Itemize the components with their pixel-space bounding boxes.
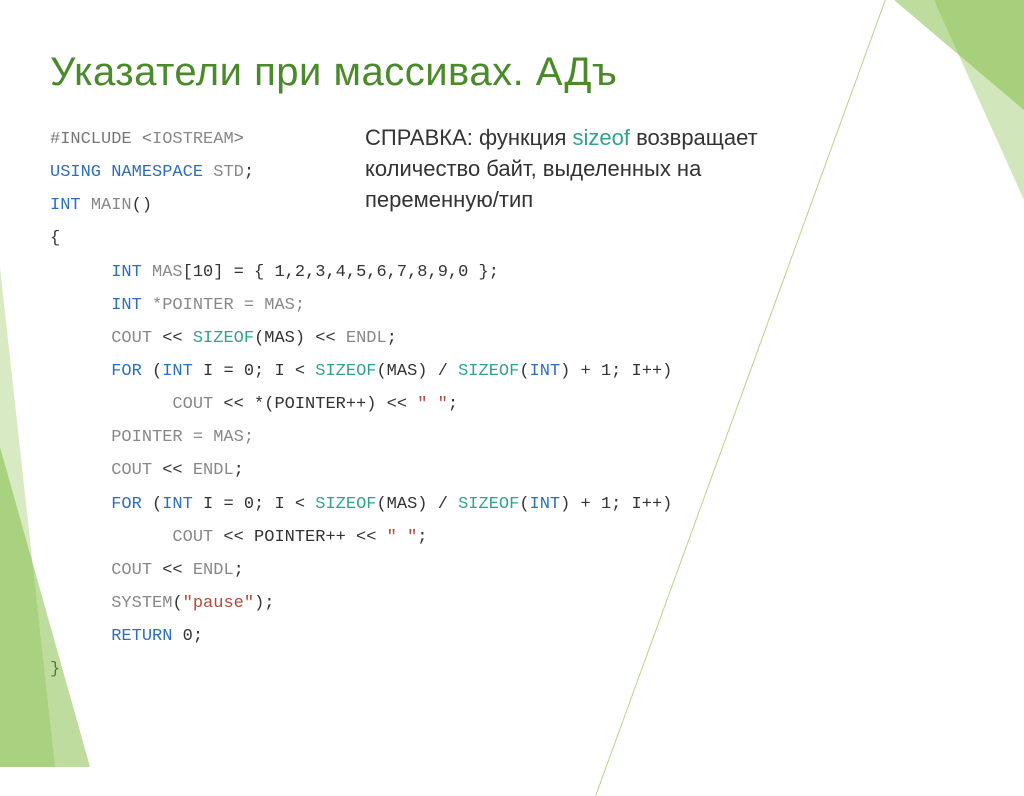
code-token: SIZEOF [458,362,519,381]
code-token: SYSTEM [111,594,172,613]
code-token: INT [530,495,561,514]
code-token: POINTER = MAS; [111,428,254,447]
slide-title: Указатели при массивах. АДъ [50,50,974,95]
note-prefix: СПРАВКА: функция [365,125,573,150]
code-token: MAS [152,263,183,282]
code-token: COUT [111,561,152,580]
code-token: FOR [111,362,142,381]
code-token: RETURN [111,627,172,646]
code-token: *POINTER = MAS; [152,296,305,315]
code-token: MAIN [91,196,132,215]
code-token: COUT [111,329,152,348]
code-token: SIZEOF [315,362,376,381]
code-token: ENDL [193,461,234,480]
code-token: IOSTREAM [152,130,234,149]
code-token: COUT [172,528,213,547]
info-note: СПРАВКА: функция sizeof возвращает колич… [365,123,825,215]
code-token: INT [162,362,193,381]
code-token: { [50,229,60,248]
code-token: ENDL [346,329,387,348]
code-token: "pause" [183,594,254,613]
code-token: INT [50,196,81,215]
code-token: USING [50,163,101,182]
code-token: COUT [111,461,152,480]
note-sizeof: sizeof [573,125,630,150]
code-token: SIZEOF [458,495,519,514]
code-token: 10 [193,263,213,282]
code-token: SIZEOF [193,329,254,348]
code-token: #INCLUDE [50,130,132,149]
code-token: INT [530,362,561,381]
code-token: STD [213,163,244,182]
decoration-triangle [894,0,1024,110]
code-token: = { 1,2,3,4,5,6,7,8,9,0 }; [234,263,499,282]
code-token: ENDL [193,561,234,580]
slide: Указатели при массивах. АДъ СПРАВКА: фун… [0,0,1024,767]
code-token: SIZEOF [315,495,376,514]
code-token: NAMESPACE [111,163,203,182]
code-token: COUT [172,395,213,414]
decoration-triangle [0,447,90,767]
code-token: INT [111,296,142,315]
code-token: FOR [111,495,142,514]
code-token: INT [111,263,142,282]
code-token: INT [162,495,193,514]
